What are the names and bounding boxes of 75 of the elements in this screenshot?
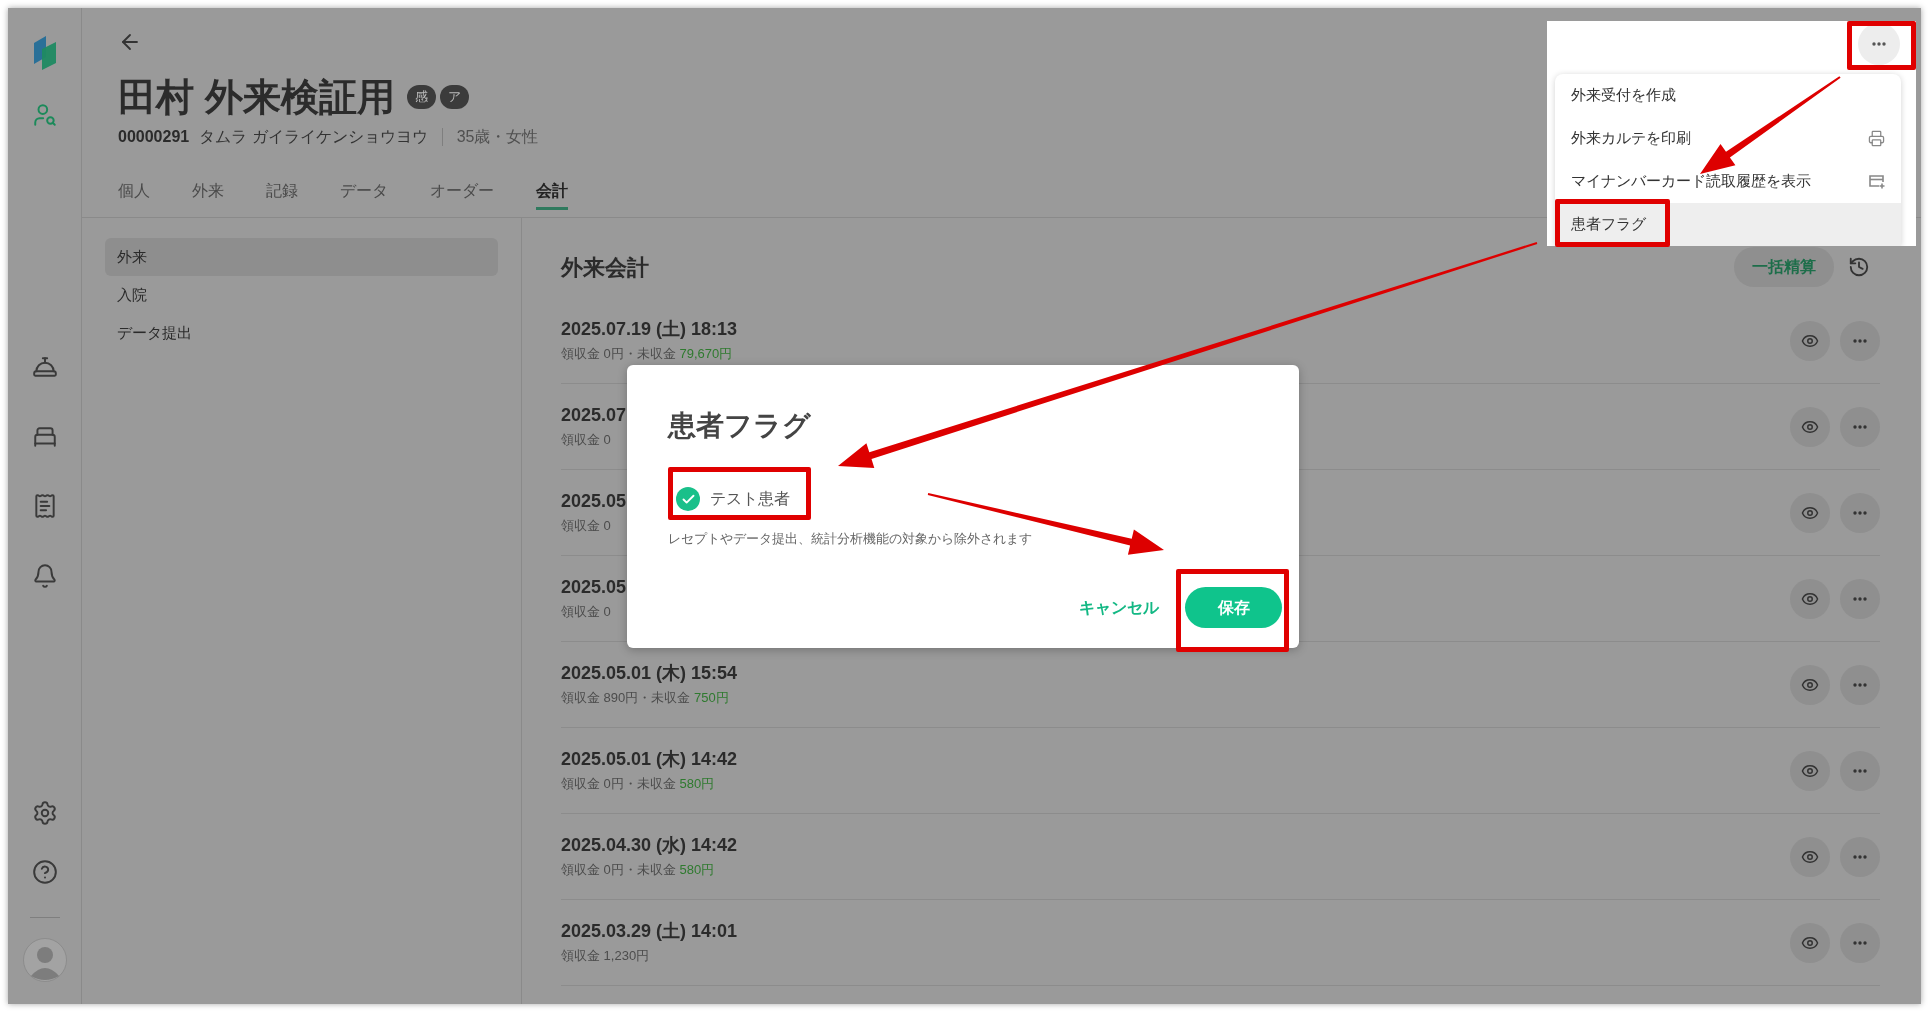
view-button[interactable]	[1790, 922, 1830, 963]
more-icon	[1853, 940, 1867, 945]
tab[interactable]: 記録	[266, 174, 298, 210]
visit-date: 2025.07.19 (土) 18:13	[561, 318, 738, 341]
amount-line: 領収金 890円・未収金 750円	[561, 689, 730, 707]
more-button[interactable]	[1840, 750, 1880, 791]
more-button[interactable]	[1840, 320, 1880, 361]
more-button[interactable]	[1840, 922, 1880, 963]
nav-item[interactable]: 入院	[105, 276, 498, 314]
history-icon[interactable]	[1848, 256, 1870, 278]
more-icon	[1853, 338, 1867, 343]
visit-date: 2025.03.29 (土) 14:01	[561, 920, 738, 943]
amount-line: 領収金 0円・未収金 580円	[561, 861, 716, 879]
view-button[interactable]	[1790, 406, 1830, 447]
tab[interactable]: 外来	[192, 174, 224, 210]
more-button[interactable]	[1840, 406, 1880, 447]
view-button[interactable]	[1790, 492, 1830, 533]
menu-item[interactable]: 外来カルテを印刷	[1555, 117, 1901, 160]
more-button[interactable]	[1840, 836, 1880, 877]
more-icon	[1872, 42, 1886, 46]
visit-date: 2025.05	[561, 490, 627, 513]
tab[interactable]: 会計	[536, 174, 568, 210]
nav-item[interactable]: データ提出	[105, 314, 498, 352]
view-button[interactable]	[1790, 836, 1830, 877]
view-button[interactable]	[1790, 578, 1830, 619]
help-icon[interactable]	[31, 859, 58, 885]
printer-icon	[1868, 130, 1885, 147]
more-button[interactable]	[1840, 664, 1880, 705]
more-icon	[1853, 596, 1867, 601]
patient-badge: ア	[439, 85, 469, 109]
cancel-button[interactable]: キャンセル	[1075, 595, 1163, 620]
more-button[interactable]	[1840, 578, 1880, 619]
more-icon	[1853, 768, 1867, 773]
amount-line: 領収金 1,230円	[561, 947, 651, 965]
visit-date: 2025.05	[561, 576, 627, 599]
amount-line: 領収金 0円・未収金 580円	[561, 775, 716, 793]
more-button[interactable]	[1858, 23, 1900, 65]
section-title: 外来会計	[561, 253, 649, 282]
more-button[interactable]	[1840, 492, 1880, 533]
visit-date: 2025.04.30 (水) 14:42	[561, 834, 738, 857]
amount-line: 領収金 0	[561, 431, 612, 449]
test-patient-checkbox[interactable]: テスト患者	[676, 485, 790, 513]
nav-item[interactable]: 外来	[105, 238, 498, 276]
tab[interactable]: オーダー	[430, 174, 494, 210]
tab[interactable]: 個人	[118, 174, 150, 210]
view-button[interactable]	[1790, 664, 1830, 705]
patient-kana: タムラ ガイライケンショウヨウ	[199, 127, 428, 147]
dialog-title: 患者フラグ	[668, 409, 812, 443]
more-icon	[1853, 682, 1867, 687]
view-button[interactable]	[1790, 750, 1830, 791]
bed-icon[interactable]	[31, 424, 58, 450]
service-bell-icon[interactable]	[31, 354, 58, 380]
patient-id: 00000291	[118, 127, 190, 147]
patient-badge: 感	[406, 85, 436, 109]
more-icon	[1853, 854, 1867, 859]
patient-age-sex: 35歳・女性	[456, 127, 539, 147]
tab[interactable]: データ	[340, 174, 388, 210]
visit-date: 2025.07	[561, 404, 627, 427]
save-button[interactable]: 保存	[1185, 587, 1282, 628]
card-add-icon	[1868, 174, 1885, 189]
visit-date: 2025.05.01 (木) 14:42	[561, 748, 738, 771]
bell-icon[interactable]	[31, 563, 58, 589]
dialog-note: レセプトやデータ提出、統計分析機能の対象から除外されます	[668, 530, 1033, 548]
view-button[interactable]	[1790, 320, 1830, 361]
amount-line: 領収金 0円・未収金 79,670円	[561, 345, 734, 363]
patient-name: 田村 外来検証用	[118, 75, 395, 119]
amount-line: 領収金 0	[561, 517, 612, 535]
menu-item[interactable]: マイナンバーカード読取履歴を表示	[1555, 160, 1901, 203]
more-icon	[1853, 424, 1867, 429]
settings-icon[interactable]	[31, 800, 58, 826]
highlight-frame	[1847, 21, 1916, 70]
more-icon	[1853, 510, 1867, 515]
amount-line: 領収金 0	[561, 603, 612, 621]
menu-item[interactable]: 外来受付を作成	[1555, 74, 1901, 117]
visit-date: 2025.05.01 (木) 15:54	[561, 662, 738, 685]
